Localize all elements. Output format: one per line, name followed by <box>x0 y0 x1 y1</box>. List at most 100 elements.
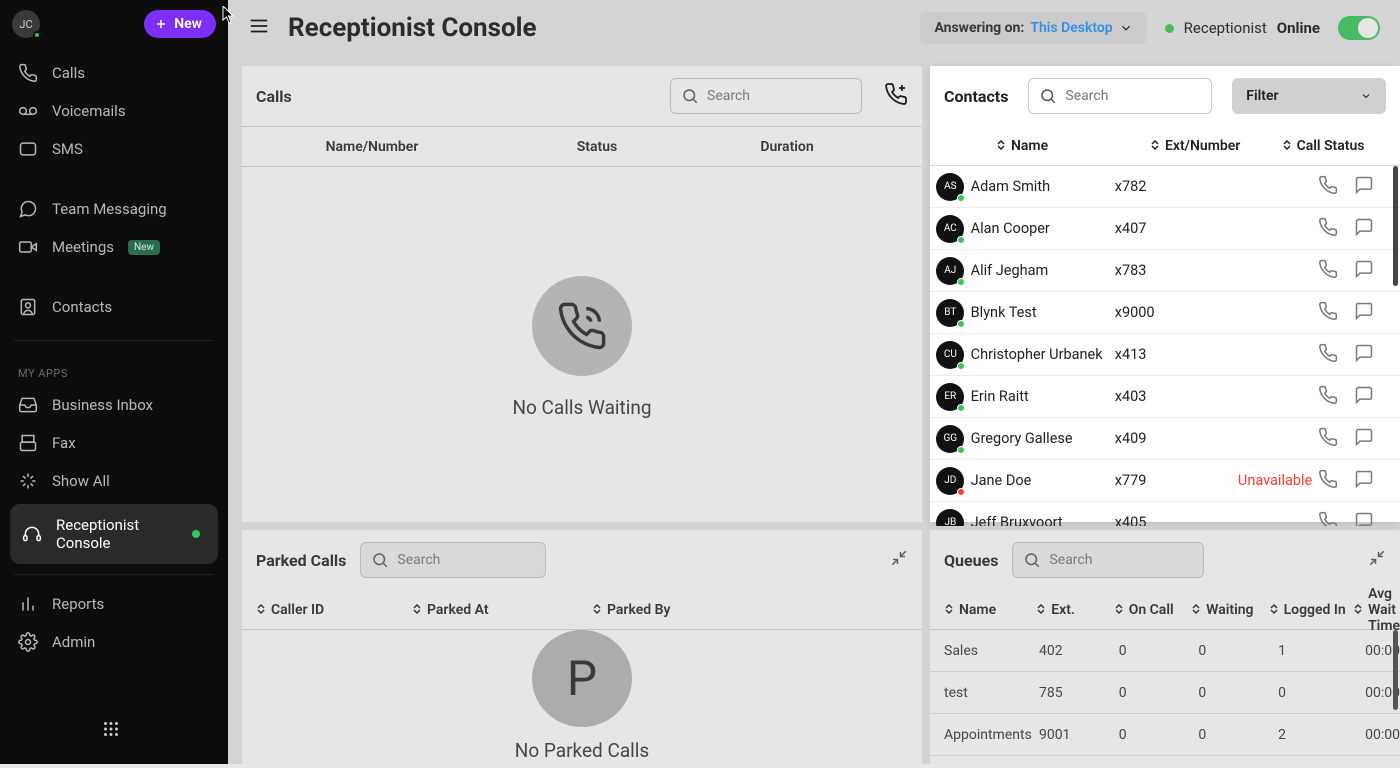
active-dot <box>192 530 200 538</box>
call-contact-button[interactable] <box>1318 217 1338 241</box>
col-status[interactable]: Status <box>502 139 692 155</box>
message-contact-button[interactable] <box>1354 259 1374 283</box>
message-contact-button[interactable] <box>1354 469 1374 493</box>
parked-search-input[interactable] <box>397 552 517 568</box>
status-indicator: Receptionist Online <box>1165 19 1320 37</box>
sidebar-item-meetings[interactable]: Meetings New <box>0 228 228 266</box>
message-contact-button[interactable] <box>1354 343 1374 367</box>
online-toggle[interactable] <box>1338 16 1380 40</box>
calls-panel: Calls Name/Number Status Duration No Cal… <box>242 66 922 522</box>
contact-row[interactable]: ERErin Raittx403 <box>930 376 1400 418</box>
parked-search[interactable] <box>360 542 546 578</box>
col-ext-number[interactable]: Ext/Number <box>1150 138 1282 154</box>
queues-search[interactable] <box>1012 542 1204 578</box>
queue-logged: 1 <box>1278 643 1365 659</box>
inbox-icon <box>18 395 38 415</box>
contact-avatar: ER <box>936 383 964 411</box>
sidebar-item-show-all[interactable]: Show All <box>0 462 228 500</box>
new-button[interactable]: New <box>144 10 216 38</box>
call-contact-button[interactable] <box>1318 343 1338 367</box>
contact-row[interactable]: ACAlan Cooperx407 <box>930 208 1400 250</box>
call-contact-button[interactable] <box>1318 175 1338 199</box>
message-contact-button[interactable] <box>1354 385 1374 409</box>
chat-icon <box>1354 427 1374 447</box>
menu-button[interactable] <box>248 15 270 41</box>
fax-icon <box>18 433 38 453</box>
calls-search[interactable] <box>670 78 862 114</box>
message-contact-button[interactable] <box>1354 511 1374 527</box>
call-contact-button[interactable] <box>1318 385 1338 409</box>
contact-row[interactable]: AJAlif Jeghamx783 <box>930 250 1400 292</box>
phone-icon <box>1318 427 1338 447</box>
sidebar-item-label: Show All <box>52 472 110 490</box>
parked-empty-state: P No Parked Calls <box>242 630 922 762</box>
presence-dot <box>957 488 965 496</box>
col-duration[interactable]: Duration <box>692 139 882 155</box>
col-call-status[interactable]: Call Status <box>1282 138 1400 154</box>
parked-collapse-button[interactable] <box>890 549 908 571</box>
sidebar-item-business-inbox[interactable]: Business Inbox <box>0 386 228 424</box>
call-contact-button[interactable] <box>1318 259 1338 283</box>
message-contact-button[interactable] <box>1354 427 1374 451</box>
sidebar-item-sms[interactable]: SMS <box>0 130 228 168</box>
contact-row[interactable]: JDJane Doex779Unavailable <box>930 460 1400 502</box>
contacts-scrollbar[interactable] <box>1393 166 1398 286</box>
sidebar-item-calls[interactable]: Calls <box>0 54 228 92</box>
col-parked-by[interactable]: Parked By <box>592 602 772 618</box>
sidebar-item-voicemails[interactable]: Voicemails <box>0 92 228 130</box>
sparkle-icon <box>18 471 38 491</box>
queues-collapse-button[interactable] <box>1368 549 1386 571</box>
contact-row[interactable]: JBJeff Bruxvoortx405 <box>930 502 1400 526</box>
message-contact-button[interactable] <box>1354 175 1374 199</box>
sidebar-item-admin[interactable]: Admin <box>0 623 228 661</box>
call-contact-button[interactable] <box>1318 427 1338 451</box>
parked-calls-panel: Parked Calls Caller ID Parked At Parked … <box>242 530 922 764</box>
queue-waiting: 0 <box>1198 643 1278 659</box>
phone-icon <box>1318 343 1338 363</box>
contact-row[interactable]: ASAdam Smithx782 <box>930 166 1400 208</box>
message-contact-button[interactable] <box>1354 301 1374 325</box>
col-parked-at[interactable]: Parked At <box>412 602 592 618</box>
sidebar-item-team-messaging[interactable]: Team Messaging <box>0 190 228 228</box>
calls-search-input[interactable] <box>707 88 827 104</box>
queue-row[interactable]: test78500000:00 <box>930 672 1400 714</box>
queues-scrollbar[interactable] <box>1393 630 1398 710</box>
contact-name: Jeff Bruxvoort <box>971 514 1115 526</box>
col-caller-id[interactable]: Caller ID <box>242 602 412 618</box>
contact-row[interactable]: BTBlynk Testx9000 <box>930 292 1400 334</box>
col-name-number[interactable]: Name/Number <box>242 139 502 155</box>
col-on-call[interactable]: On Call <box>1114 602 1191 618</box>
col-logged-in[interactable]: Logged In <box>1269 602 1353 618</box>
contacts-search-input[interactable] <box>1065 88 1185 104</box>
sidebar-item-fax[interactable]: Fax <box>0 424 228 462</box>
queues-search-input[interactable] <box>1049 552 1169 568</box>
contact-name: Erin Raitt <box>971 388 1115 405</box>
call-contact-button[interactable] <box>1318 301 1338 325</box>
col-queue-ext[interactable]: Ext. <box>1036 602 1113 618</box>
call-contact-button[interactable] <box>1318 511 1338 527</box>
user-avatar[interactable]: JC <box>12 10 40 38</box>
contact-row[interactable]: GGGregory Gallesex409 <box>930 418 1400 460</box>
queue-row[interactable]: Sales40200100:00 <box>930 630 1400 672</box>
call-contact-button[interactable] <box>1318 469 1338 493</box>
main-area: Receptionist Console Answering on: This … <box>228 0 1400 764</box>
contact-row[interactable]: CUChristopher Urbanekx413 <box>930 334 1400 376</box>
add-call-button[interactable] <box>884 82 908 110</box>
message-contact-button[interactable] <box>1354 217 1374 241</box>
sidebar-item-receptionist-console[interactable]: Receptionist Console <box>10 504 218 564</box>
contact-ext: x407 <box>1115 220 1238 237</box>
answering-on-dropdown[interactable]: Answering on: This Desktop <box>920 12 1146 44</box>
contacts-filter-dropdown[interactable]: Filter <box>1232 78 1386 114</box>
queue-row[interactable]: Appointments900100200:00 <box>930 714 1400 756</box>
queue-oncall: 0 <box>1119 643 1199 659</box>
contact-name: Christopher Urbanek <box>971 346 1115 363</box>
sidebar-item-contacts[interactable]: Contacts <box>0 288 228 326</box>
contacts-search[interactable] <box>1028 78 1212 114</box>
sidebar-item-reports[interactable]: Reports <box>0 585 228 623</box>
dialpad-button[interactable] <box>100 718 122 744</box>
col-avg-wait[interactable]: Avg Wait Time <box>1353 586 1400 634</box>
col-waiting[interactable]: Waiting <box>1191 602 1268 618</box>
search-icon <box>1023 551 1041 569</box>
col-queue-name[interactable]: Name <box>930 602 1036 618</box>
col-contact-name[interactable]: Name <box>930 138 1150 154</box>
